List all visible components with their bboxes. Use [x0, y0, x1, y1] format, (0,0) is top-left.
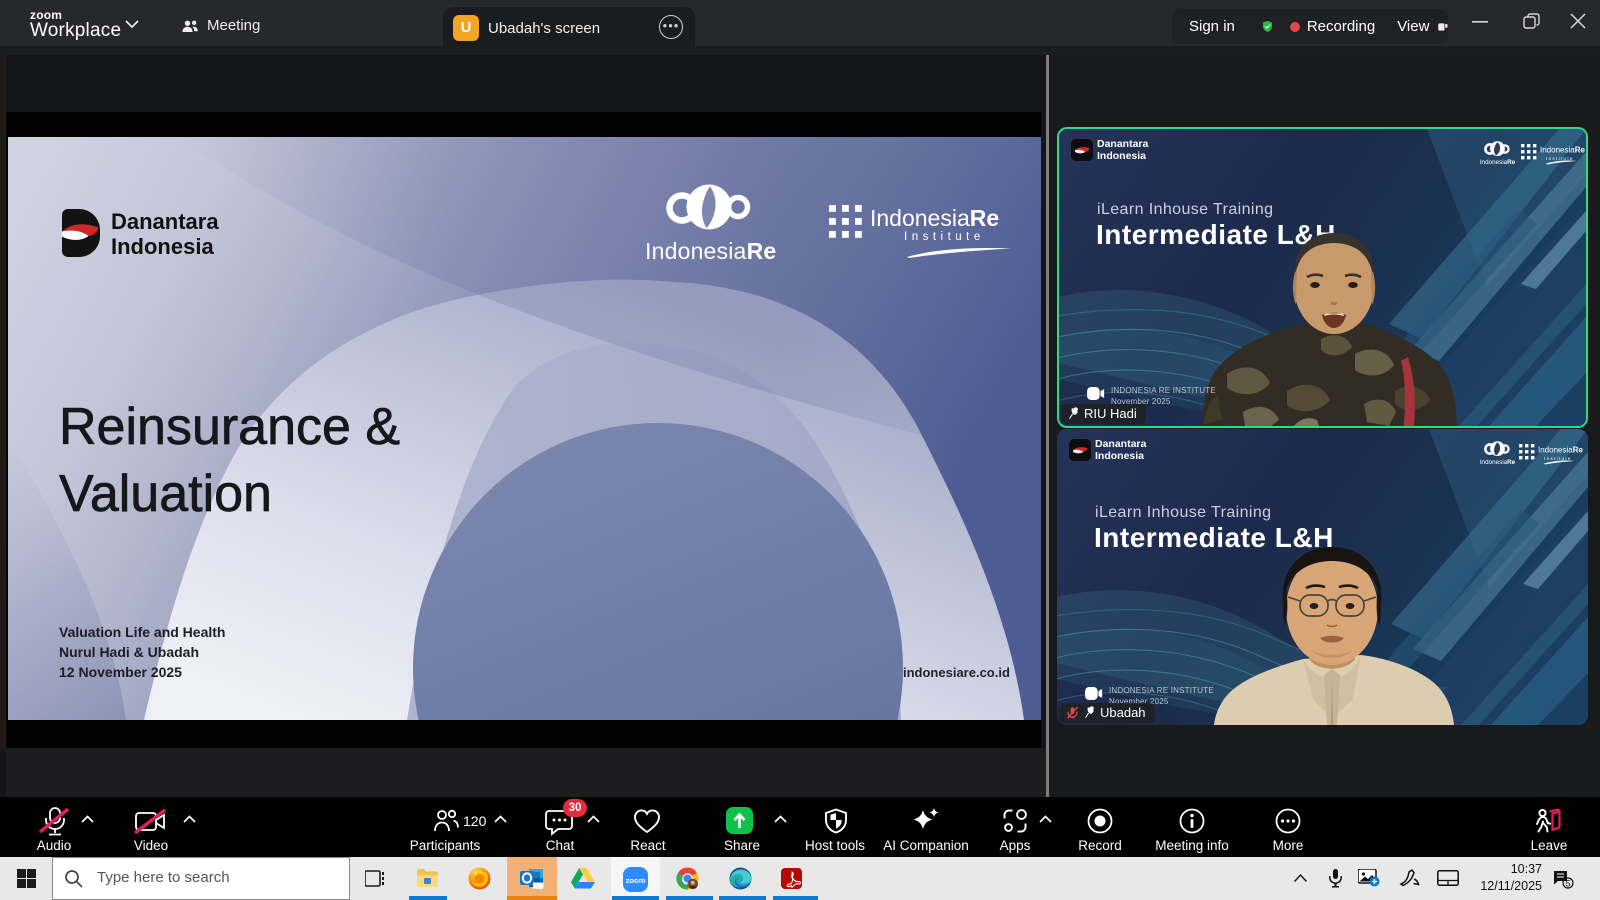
svg-text:zoom: zoom — [626, 876, 646, 885]
svg-text:5: 5 — [1565, 879, 1570, 889]
